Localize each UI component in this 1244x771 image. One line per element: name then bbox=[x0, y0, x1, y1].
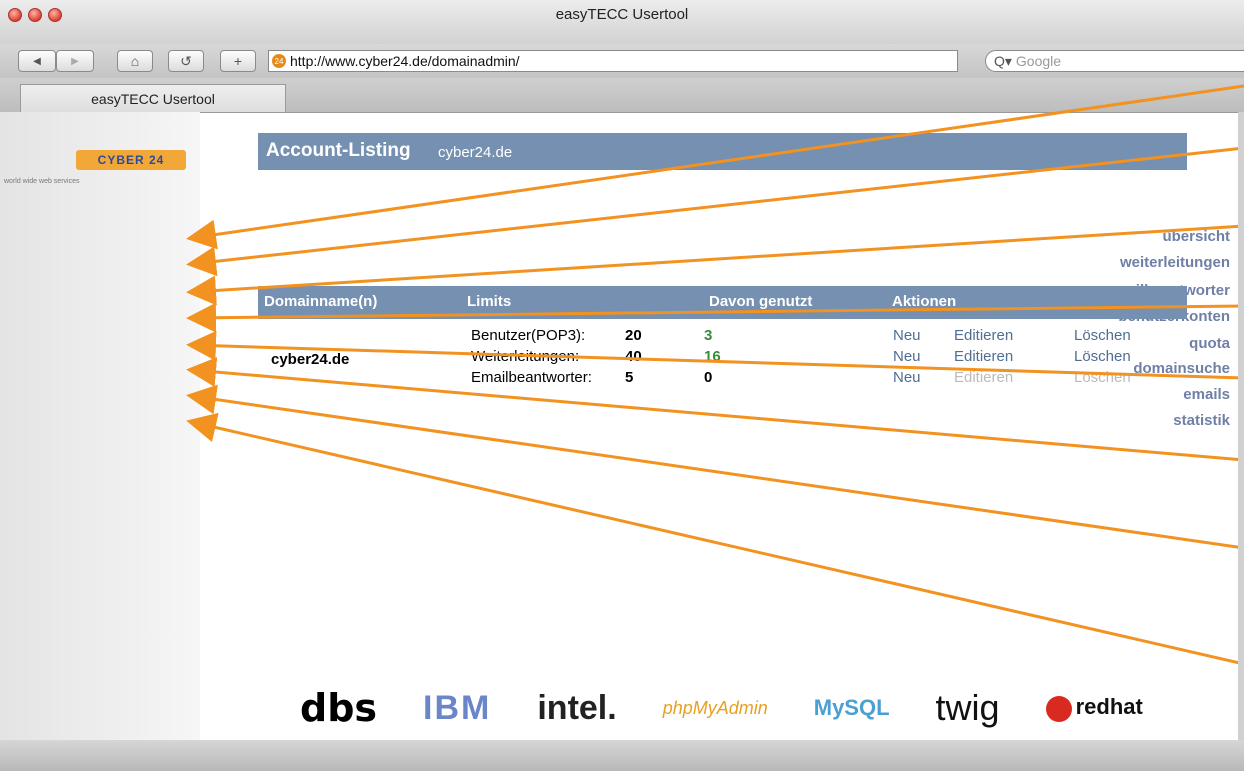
annotation-arrow bbox=[186, 224, 1244, 306]
annotation-arrows bbox=[186, 84, 1244, 666]
twig-logo: twig bbox=[935, 687, 1000, 728]
status-bar bbox=[0, 740, 1244, 771]
ibm-logo: IBM bbox=[423, 688, 492, 727]
annotation-arrow bbox=[186, 330, 1244, 380]
annotation-arrow bbox=[186, 84, 1244, 250]
annotation-arrow bbox=[186, 384, 1244, 550]
annotation-arrow bbox=[186, 302, 1244, 333]
dbs-logo: dbs bbox=[300, 686, 378, 730]
redhat-text: redhat bbox=[1075, 694, 1143, 720]
intel-logo: intel. bbox=[537, 688, 617, 727]
right-edge-scroll[interactable] bbox=[1238, 112, 1244, 740]
annotation-arrow bbox=[186, 146, 1244, 277]
redhat-logo: redhat bbox=[1045, 694, 1143, 722]
phpmyadmin-logo: phpMyAdmin bbox=[662, 697, 768, 718]
mysql-logo: MySQL bbox=[813, 695, 890, 720]
annotation-arrow bbox=[186, 357, 1244, 462]
redhat-icon bbox=[1045, 695, 1072, 722]
sponsor-logos: dbs IBM intel. phpMyAdmin MySQL twig red… bbox=[300, 686, 1143, 730]
annotation-arrow bbox=[186, 412, 1244, 666]
